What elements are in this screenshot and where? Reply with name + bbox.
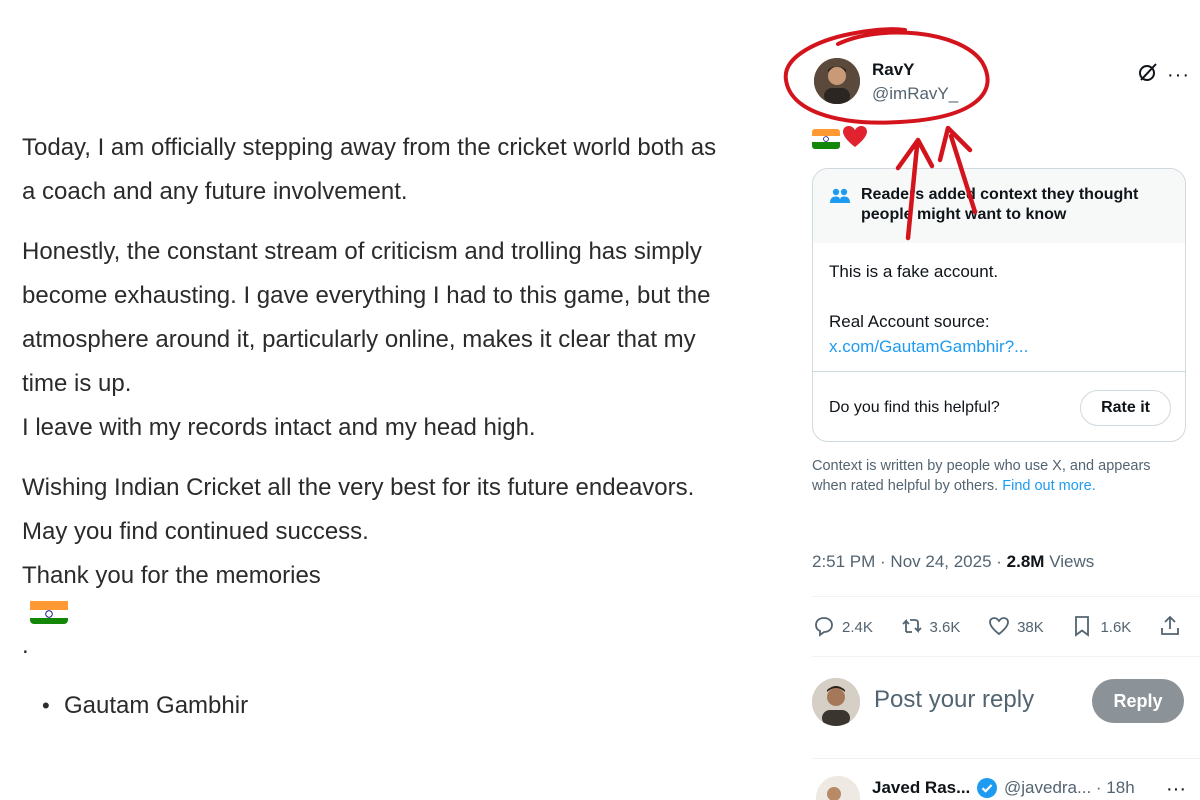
statement-paragraph-1: Today, I am officially stepping away fro… bbox=[22, 134, 717, 205]
community-note-body: This is a fake account. Real Account sou… bbox=[813, 243, 1185, 359]
rate-it-button[interactable]: Rate it bbox=[1080, 389, 1171, 426]
signature-item: Gautam Gambhir bbox=[42, 684, 792, 728]
reply-author-handle[interactable]: @javedra... · 18h bbox=[1004, 778, 1135, 798]
author-display-name[interactable]: RavY bbox=[872, 60, 915, 80]
tweet-metadata: 2:51 PM · Nov 24, 2025 · 2.8M Views bbox=[812, 552, 1095, 571]
community-note-header: Readers added context they thought peopl… bbox=[813, 169, 1185, 243]
author-row: RavY @imRavY_ ··· bbox=[812, 56, 1190, 108]
tweet-panel: RavY @imRavY_ ··· Readers added context … bbox=[812, 0, 1200, 800]
statement-paragraph-2: Honestly, the constant stream of critici… bbox=[22, 238, 711, 441]
reply-button[interactable]: Reply bbox=[1092, 679, 1184, 723]
india-flag-icon bbox=[812, 129, 840, 149]
note-body-line-1: This is a fake account. bbox=[829, 262, 999, 281]
note-body-line-2: Real Account source: bbox=[829, 312, 990, 331]
divider bbox=[812, 596, 1200, 597]
find-out-more-link[interactable]: Find out more. bbox=[1002, 478, 1096, 494]
like-action[interactable]: 38K bbox=[987, 614, 1044, 642]
tweet-emoji-row bbox=[812, 125, 868, 154]
real-account-link[interactable]: x.com/GautamGambhir?... bbox=[829, 337, 1028, 356]
reply-author-name[interactable]: Javed Ras... bbox=[872, 778, 970, 798]
user-avatar[interactable] bbox=[812, 678, 860, 726]
views-label: Views bbox=[1049, 552, 1095, 571]
more-icon[interactable]: ··· bbox=[1167, 64, 1190, 87]
tweet-actions: 2.4K 3.6K 38K 1.6K bbox=[812, 600, 1186, 654]
divider bbox=[812, 656, 1200, 657]
repost-icon bbox=[900, 614, 924, 642]
author-avatar[interactable] bbox=[814, 58, 860, 104]
reply-icon bbox=[812, 614, 836, 642]
repost-action[interactable]: 3.6K bbox=[900, 614, 960, 642]
reply-input[interactable]: Post your reply bbox=[874, 686, 1034, 714]
divider bbox=[812, 758, 1200, 759]
signature-list: Gautam Gambhir bbox=[22, 684, 792, 728]
statement-text: Today, I am officially stepping away fro… bbox=[22, 126, 792, 728]
people-icon bbox=[829, 187, 851, 205]
author-handle[interactable]: @imRavY_ bbox=[872, 84, 958, 104]
bookmark-action[interactable]: 1.6K bbox=[1070, 614, 1131, 642]
tweet-date[interactable]: Nov 24, 2025 bbox=[890, 552, 991, 571]
community-note-footer: Do you find this helpful? Rate it bbox=[813, 371, 1185, 441]
red-heart-icon bbox=[842, 125, 868, 154]
community-note-title: Readers added context they thought peopl… bbox=[861, 186, 1139, 223]
verified-icon bbox=[976, 777, 998, 799]
context-disclaimer: Context is written by people who use X, … bbox=[812, 458, 1151, 494]
bookmark-icon bbox=[1070, 614, 1094, 642]
more-icon[interactable]: ··· bbox=[1166, 778, 1186, 800]
share-action[interactable] bbox=[1158, 614, 1182, 642]
statement-paragraph-3: Wishing Indian Cricket all the very best… bbox=[22, 474, 695, 659]
tweet-time[interactable]: 2:51 PM bbox=[812, 552, 875, 571]
reply-composer: Post your reply Reply bbox=[812, 676, 1188, 728]
views-count: 2.8M bbox=[1006, 552, 1045, 571]
like-icon bbox=[987, 614, 1011, 642]
community-note: Readers added context they thought peopl… bbox=[812, 168, 1186, 442]
grok-icon[interactable] bbox=[1136, 60, 1160, 84]
next-reply-header: Javed Ras... @javedra... · 18h ··· bbox=[812, 772, 1200, 800]
share-icon bbox=[1158, 614, 1182, 642]
reply-author-avatar[interactable] bbox=[816, 776, 860, 800]
india-flag-icon bbox=[30, 598, 68, 624]
reply-action[interactable]: 2.4K bbox=[812, 614, 873, 642]
helpful-question: Do you find this helpful? bbox=[829, 398, 1000, 416]
